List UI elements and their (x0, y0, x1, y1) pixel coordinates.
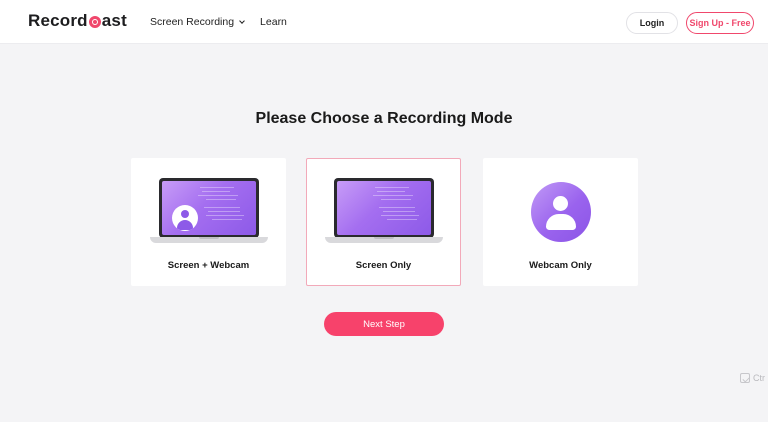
signup-button[interactable]: Sign Up - Free (686, 12, 754, 34)
corner-widget-label: Ctr (753, 373, 765, 383)
logo-text-start: Record (28, 11, 88, 30)
nav-item-learn[interactable]: Learn (260, 16, 287, 28)
mode-card-label: Screen + Webcam (167, 260, 250, 271)
recordcast-logo[interactable]: Record ast (28, 11, 127, 31)
nav-item-screen-recording[interactable]: Screen Recording (150, 16, 245, 28)
laptop-icon (325, 178, 443, 245)
page-title: Please Choose a Recording Mode (255, 110, 513, 127)
webcam-avatar-icon (531, 182, 591, 242)
mode-card-screen-webcam[interactable]: Screen + Webcam (131, 158, 286, 286)
nav-item-label: Learn (260, 16, 287, 28)
mode-card-label: Webcam Only (529, 260, 592, 271)
widget-icon (740, 373, 750, 383)
main-nav: Screen Recording Learn (150, 16, 287, 28)
laptop-webcam-icon (150, 178, 268, 245)
mode-card-screen-only[interactable]: Screen Only (306, 158, 461, 286)
mode-card-webcam-only[interactable]: Webcam Only (483, 158, 638, 286)
next-step-button[interactable]: Next Step (324, 312, 444, 336)
logo-text-end: ast (101, 11, 127, 30)
user-avatar-icon (172, 205, 198, 231)
nav-item-label: Screen Recording (150, 16, 235, 28)
login-button[interactable]: Login (626, 12, 678, 34)
chevron-down-icon (239, 17, 245, 24)
top-header: Record ast Screen Recording Learn Login S… (0, 0, 768, 44)
corner-widget[interactable]: Ctr (740, 373, 765, 383)
mode-card-label: Screen Only (355, 260, 412, 271)
record-dot-icon (88, 16, 101, 28)
